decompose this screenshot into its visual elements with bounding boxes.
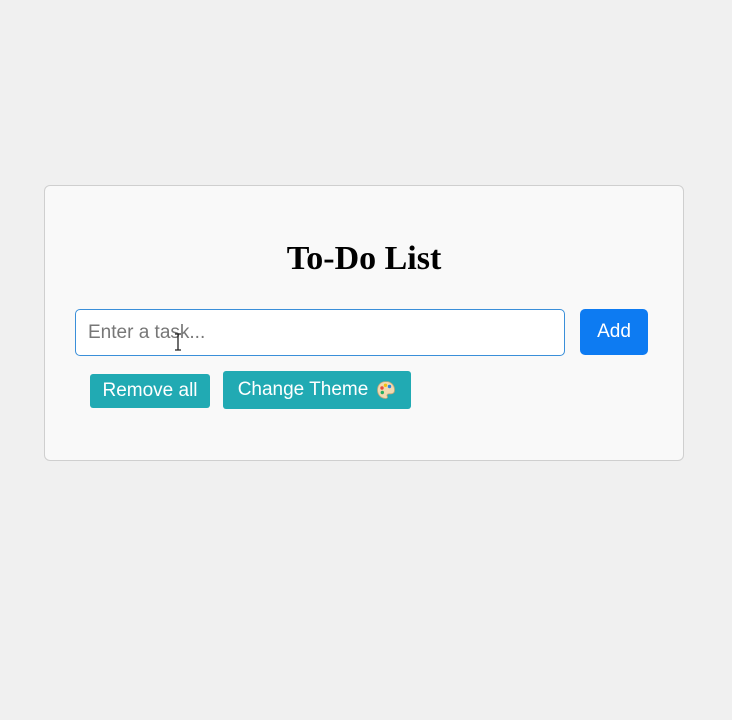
change-theme-button[interactable]: Change Theme	[223, 371, 411, 409]
remove-all-button[interactable]: Remove all	[90, 374, 210, 408]
add-button[interactable]: Add	[580, 309, 648, 355]
todo-card: To-Do List Add Remove all Change Theme	[44, 185, 684, 461]
change-theme-label: Change Theme	[237, 379, 369, 400]
page-title: To-Do List	[286, 240, 442, 277]
task-input[interactable]	[75, 309, 565, 356]
remove-all-label: Remove all	[102, 380, 198, 401]
palette-icon	[376, 380, 396, 400]
